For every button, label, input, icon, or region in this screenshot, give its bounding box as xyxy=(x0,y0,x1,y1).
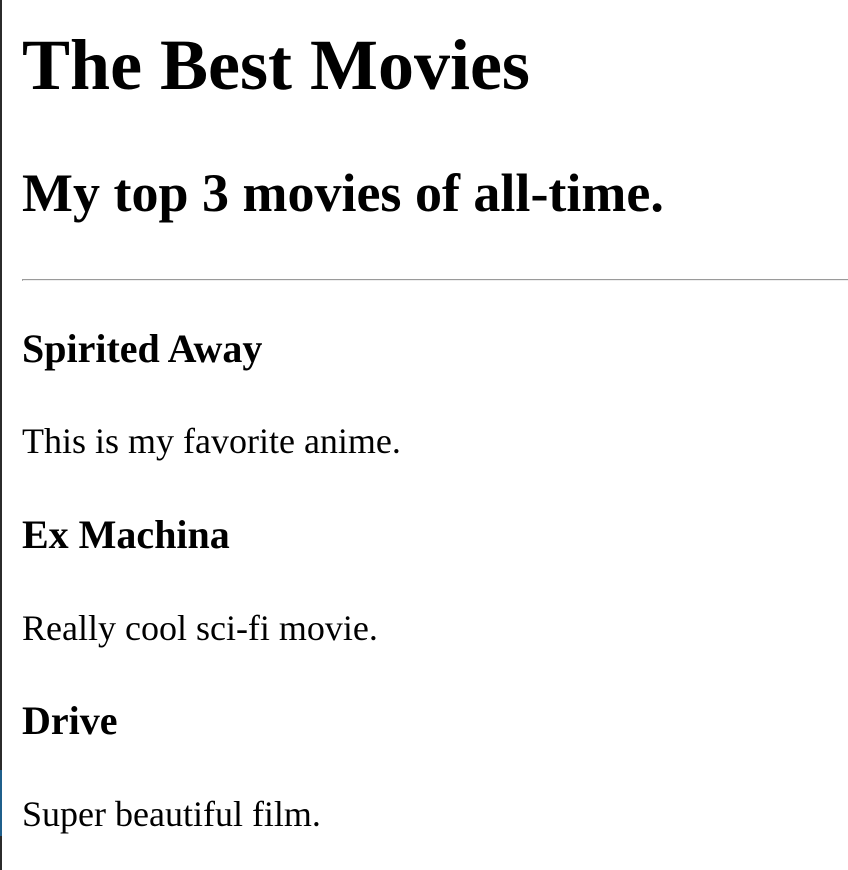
page-subtitle: My top 3 movies of all-time. xyxy=(22,163,664,223)
movie-description-spirited-away: This is my favorite anime. xyxy=(22,421,401,461)
movie-title-spirited-away: Spirited Away xyxy=(22,326,263,371)
horizontal-divider xyxy=(22,279,848,281)
movie-title-ex-machina: Ex Machina xyxy=(22,512,230,557)
window-left-edge xyxy=(0,0,2,870)
window-edge-accent xyxy=(0,770,2,836)
movie-title-drive: Drive xyxy=(22,698,118,743)
movie-description-ex-machina: Really cool sci-fi movie. xyxy=(22,608,378,648)
movie-description-drive: Super beautiful film. xyxy=(22,794,321,834)
page-title: The Best Movies xyxy=(22,25,530,105)
